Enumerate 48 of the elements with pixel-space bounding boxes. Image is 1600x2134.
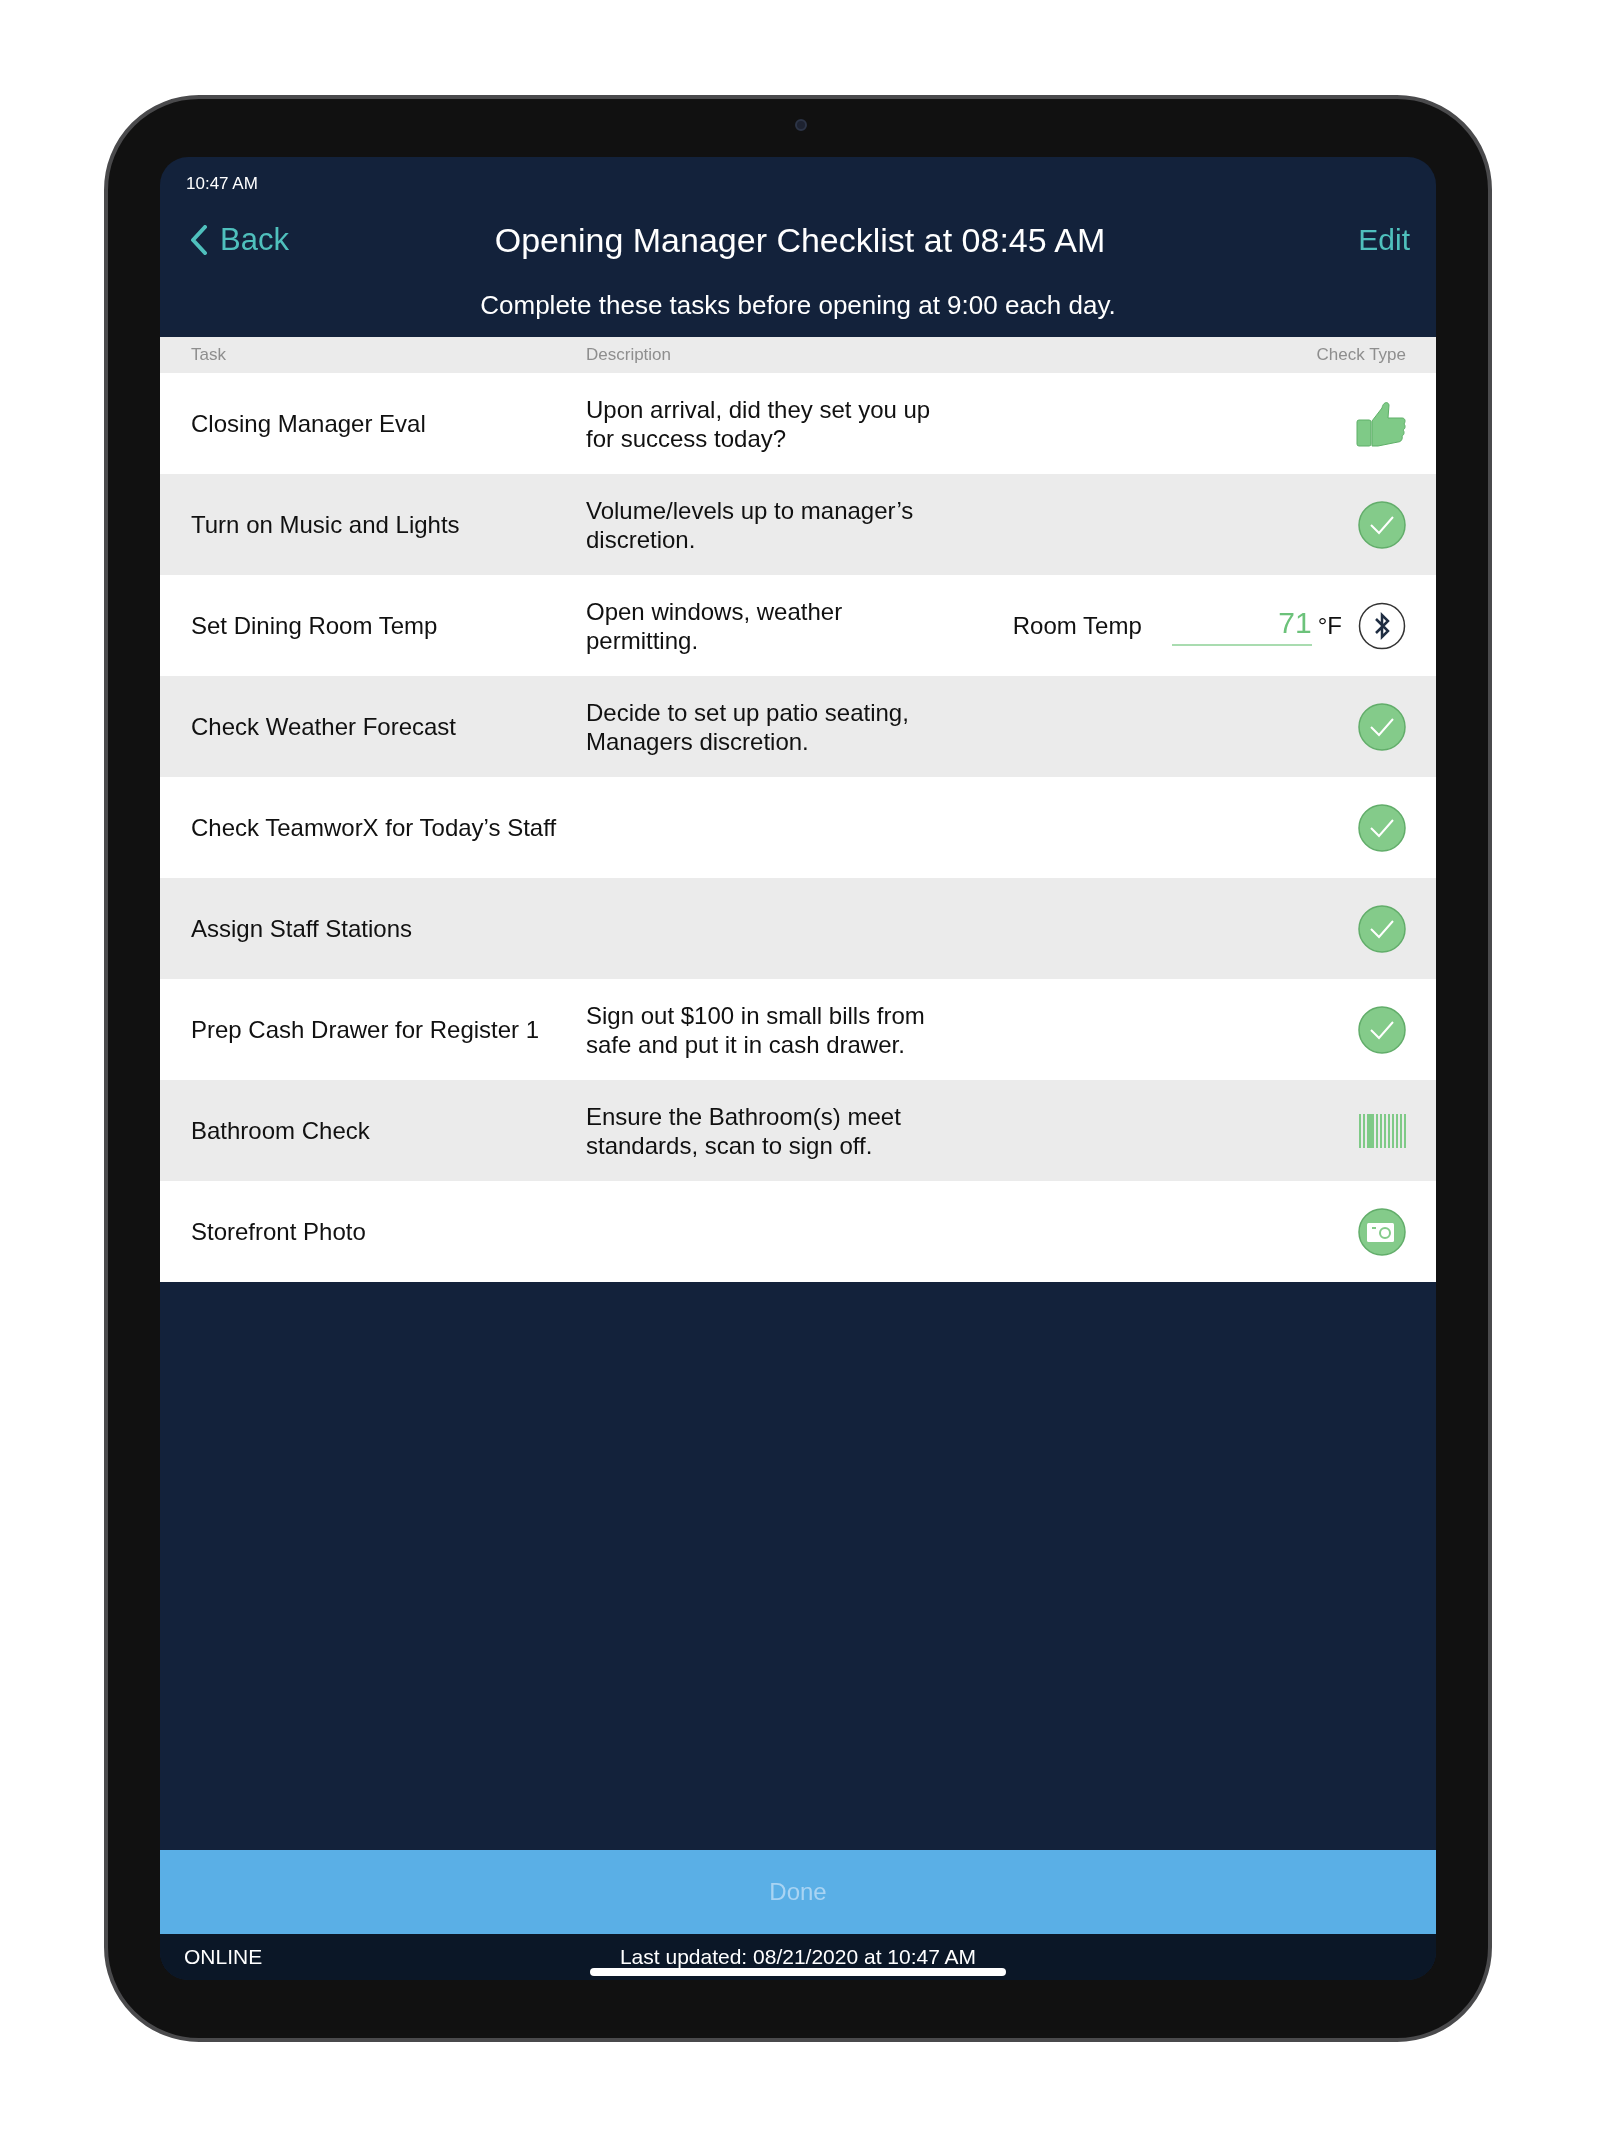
thumbs-up-icon[interactable] [1356,399,1406,448]
back-button[interactable]: Back [190,222,289,258]
barcode-icon[interactable] [1359,1113,1406,1148]
checkmark-icon[interactable] [1358,1005,1406,1054]
task-name: Closing Manager Eval [191,409,427,438]
checkmark-icon[interactable] [1358,904,1406,953]
back-label: Back [220,222,289,258]
task-description: Open windows, weather permitting. [586,596,844,655]
checkmark-icon[interactable] [1358,702,1406,751]
column-header: Description [586,345,672,365]
task-name: Assign Staff Stations [191,914,413,943]
task-description: Sign out $100 in small bills from safe and put it in cash drawer. [586,1000,926,1059]
connection-status: ONLINE [184,1945,263,1969]
temperature-unit: °F [1317,611,1342,640]
checklist-row[interactable]: Prep Cash Drawer for Register 1 Sign out $100 in small bills from safe and put it in cash drawer. [160,979,1436,1080]
checklist-instructions: Complete these tasks before opening at 9:00 each day. [479,289,1117,322]
task-name: Prep Cash Drawer for Register 1 [191,1015,541,1044]
checklist-row[interactable]: Storefront Photo [160,1181,1436,1282]
checklist-row[interactable]: Turn on Music and Lights Volume/levels up to manager’s discretion. [160,474,1436,575]
status-time: 10:47 AM [186,173,258,194]
checkmark-icon[interactable] [1358,803,1406,852]
checklist-row[interactable]: Set Dining Room Temp Open windows, weather permitting. Room Temp 71 °F [160,575,1436,676]
task-name: Bathroom Check [191,1116,371,1145]
task-description: Decide to set up patio seating, Managers discretion. [586,697,910,756]
checkmark-icon[interactable] [1358,500,1406,549]
task-description: Ensure the Bathroom(s) meet standards, scan to sign off. [586,1101,902,1160]
edit-button[interactable]: Edit [1358,223,1410,257]
checklist-row[interactable]: Bathroom Check Ensure the Bathroom(s) meet standards, scan to sign off. [160,1080,1436,1181]
temperature-label: Room Temp [1012,611,1142,640]
camera-icon[interactable] [1358,1207,1406,1256]
checklist-row[interactable]: Check TeamworX for Today’s Staff [160,777,1436,878]
task-name: Turn on Music and Lights [191,510,461,539]
chevron-left-icon [190,225,208,255]
column-header: Task [191,345,226,365]
task-name: Set Dining Room Temp [191,611,439,640]
task-name: Storefront Photo [191,1217,367,1246]
task-description: Upon arrival, did they set you up for success today? [586,394,932,453]
screen-title: Opening Manager Checklist at 08:45 AM [494,220,1106,260]
last-updated-text: Last updated: 08/21/2020 at 10:47 AM [619,1945,977,1969]
task-name: Check TeamworX for Today’s Staff [191,813,558,842]
checklist-row[interactable]: Check Weather Forecast Decide to set up patio seating, Managers discretion. [160,676,1436,777]
task-name: Check Weather Forecast [191,712,457,741]
bluetooth-icon[interactable] [1358,601,1406,650]
column-header: Check Type [1316,345,1406,365]
task-description: Volume/levels up to manager’s discretion. [586,495,915,554]
camera-lens-icon [795,119,807,131]
checklist-row[interactable]: Assign Staff Stations [160,878,1436,979]
checklist-row[interactable]: Closing Manager Eval Upon arrival, did they set you up for success today? [160,373,1436,474]
